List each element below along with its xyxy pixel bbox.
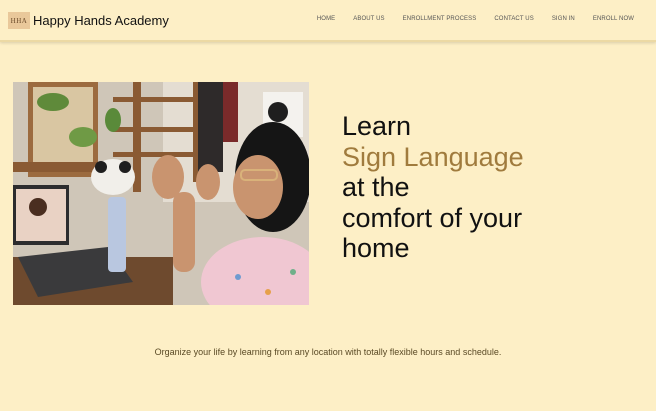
nav-sign-in[interactable]: SIGN IN [552, 16, 575, 22]
nav-enrollment-process[interactable]: ENROLLMENT PROCESS [403, 16, 477, 22]
hero-image [13, 82, 309, 305]
brand-name[interactable]: Happy Hands Academy [33, 13, 169, 28]
headline-line-3: at the [342, 172, 410, 202]
main-nav: HOME ABOUT US ENROLLMENT PROCESS CONTACT… [317, 16, 634, 22]
headline-line-1: Learn [342, 111, 412, 141]
logo[interactable]: HHA [8, 12, 30, 29]
headline-line-5: home [342, 233, 410, 263]
hero-headline: Learn Sign Language at the comfort of yo… [342, 111, 524, 264]
headline-accent: Sign Language [342, 141, 524, 172]
site-header: HHA Happy Hands Academy HOME ABOUT US EN… [0, 0, 656, 42]
nav-enroll-now[interactable]: ENROLL NOW [593, 16, 634, 22]
tagline: Organize your life by learning from any … [154, 347, 502, 357]
nav-about-us[interactable]: ABOUT US [353, 16, 384, 22]
nav-home[interactable]: HOME [317, 16, 335, 22]
headline-line-4: comfort of your [342, 202, 523, 233]
nav-contact-us[interactable]: CONTACT US [494, 16, 533, 22]
